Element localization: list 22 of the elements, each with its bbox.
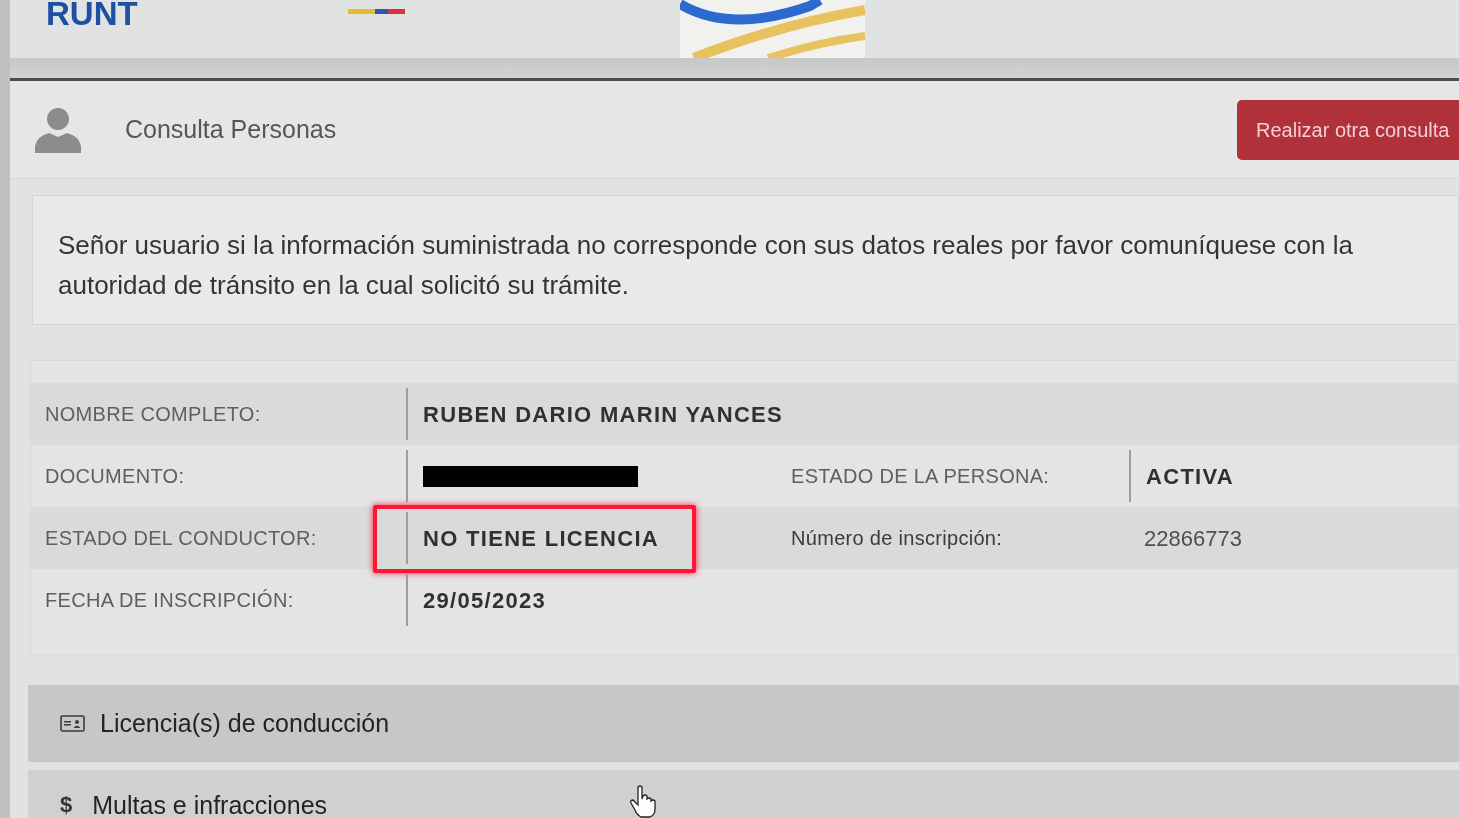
notice-text: Señor usuario si la información suministrada no corresponde con sus datos reales por favor comuníquese con la autoridad de tránsito en la cual solicitó su trámite. (58, 229, 1354, 302)
logo-text: RUNT (46, 0, 138, 30)
field-value: 29/05/2023 (423, 586, 547, 615)
accordion-header[interactable]: Licencia(s) de conducción (28, 685, 1459, 762)
field-value: ACTIVA (1146, 462, 1235, 491)
accordion-header[interactable]: $ Multas e infracciones (28, 770, 1459, 818)
field-label: FECHA DE INSCRIPCIÓN: (45, 588, 294, 613)
field-label: DOCUMENTO: (45, 464, 185, 489)
hand-cursor-icon (630, 785, 657, 818)
field-label: ESTADO DE LA PERSONA: (791, 464, 1050, 489)
field-label: ESTADO DEL CONDUCTOR: (45, 526, 317, 551)
field-label: NOMBRE COMPLETO: (45, 402, 261, 427)
id-card-icon (60, 715, 85, 732)
new-query-button[interactable]: Realizar otra consulta (1237, 99, 1459, 160)
field-value: 22866773 (1144, 524, 1242, 553)
flag-stripe-icon (348, 9, 405, 14)
field-value: NO TIENE LICENCIA (423, 524, 659, 553)
dollar-icon: $ (60, 792, 73, 818)
section-title: Consulta Personas (125, 113, 337, 145)
field-value: RUBEN DARIO MARIN YANCES (423, 400, 784, 429)
person-icon (34, 106, 81, 153)
field-label: Número de inscripción: (791, 526, 1003, 551)
